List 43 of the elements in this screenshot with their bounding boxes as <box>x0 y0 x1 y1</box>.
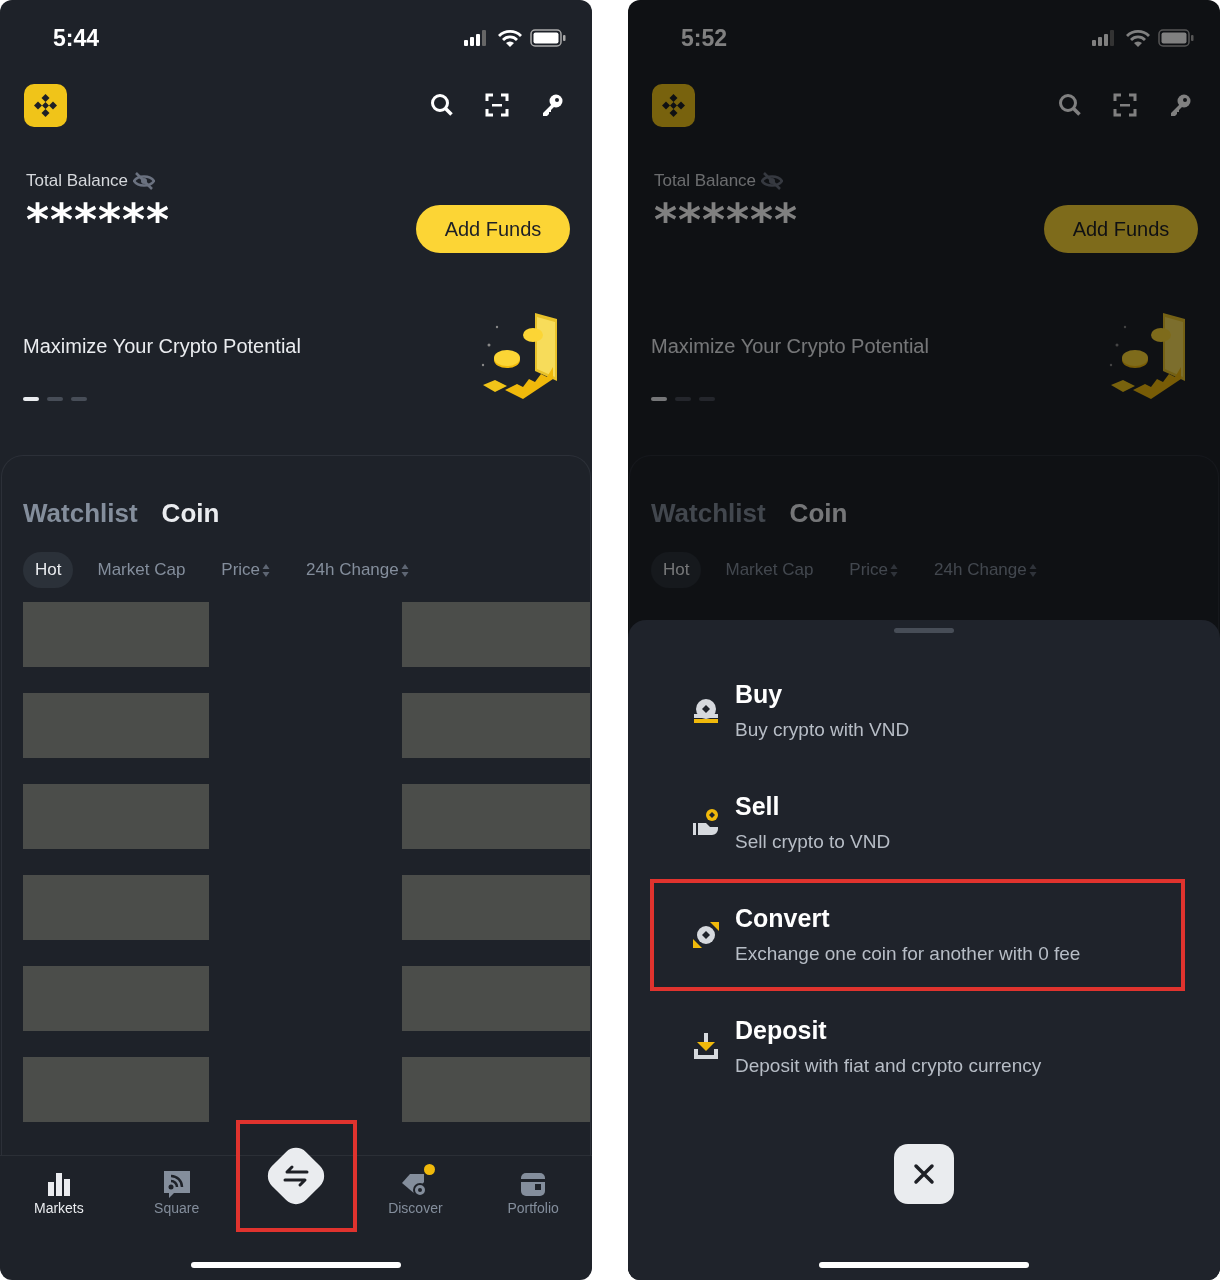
wifi-icon <box>1126 29 1150 47</box>
banner-text: Maximize Your Crypto Potential <box>651 334 929 358</box>
battery-icon <box>530 29 566 47</box>
action-item[interactable]: Deposit Deposit with fiat and crypto currency <box>650 991 1185 1103</box>
filter-chip[interactable]: 24h Change <box>294 552 421 588</box>
drag-handle[interactable] <box>894 628 954 633</box>
swap-arrows-icon <box>281 1164 311 1188</box>
section-tab[interactable]: Coin <box>161 497 220 529</box>
app-logo-icon[interactable] <box>24 83 67 127</box>
clock-time: 5:44 <box>53 24 100 52</box>
nav-tab[interactable]: Markets <box>25 1160 92 1221</box>
section-tab[interactable]: Watchlist <box>23 497 138 529</box>
section-tab[interactable]: Coin <box>789 497 848 529</box>
balance-label: Total Balance <box>26 170 129 192</box>
wifi-icon <box>498 29 522 47</box>
battery-icon <box>1158 29 1194 47</box>
filter-chip[interactable]: Hot <box>23 552 74 588</box>
close-button[interactable] <box>894 1144 954 1204</box>
balance-label: Total Balance <box>654 170 757 192</box>
filter-chip[interactable]: Hot <box>651 552 702 588</box>
banner-text: Maximize Your Crypto Potential <box>23 334 301 358</box>
action-item[interactable]: Sell Sell crypto to VND <box>650 767 1185 879</box>
feed-icon <box>161 1169 192 1199</box>
balance-value: ****** <box>654 198 799 242</box>
scan-icon[interactable] <box>485 93 509 117</box>
close-icon <box>913 1163 935 1185</box>
balance-value: ****** <box>26 198 171 242</box>
action-item[interactable]: Buy Buy crypto with VND <box>650 655 1185 767</box>
nav-tab[interactable]: Discover <box>380 1160 451 1221</box>
add-funds-button[interactable]: Add Funds <box>1044 205 1198 253</box>
search-icon[interactable] <box>430 93 454 117</box>
eye-slash-icon[interactable] <box>133 172 156 190</box>
key-icon[interactable] <box>540 93 564 117</box>
filter-chip[interactable]: Price <box>209 552 283 588</box>
clock-time: 5:52 <box>681 24 728 52</box>
page-indicator[interactable] <box>23 397 39 401</box>
action-item[interactable]: Convert Exchange one coin for another with 0 fee <box>650 879 1185 991</box>
nav-tab[interactable]: Square <box>146 1160 208 1221</box>
swap-coin-icon <box>690 919 722 951</box>
page-indicator[interactable] <box>651 397 667 401</box>
nav-tab[interactable]: Portfolio <box>499 1160 567 1221</box>
add-funds-button[interactable]: Add Funds <box>416 205 570 253</box>
filter-chip[interactable]: Market Cap <box>85 552 198 588</box>
